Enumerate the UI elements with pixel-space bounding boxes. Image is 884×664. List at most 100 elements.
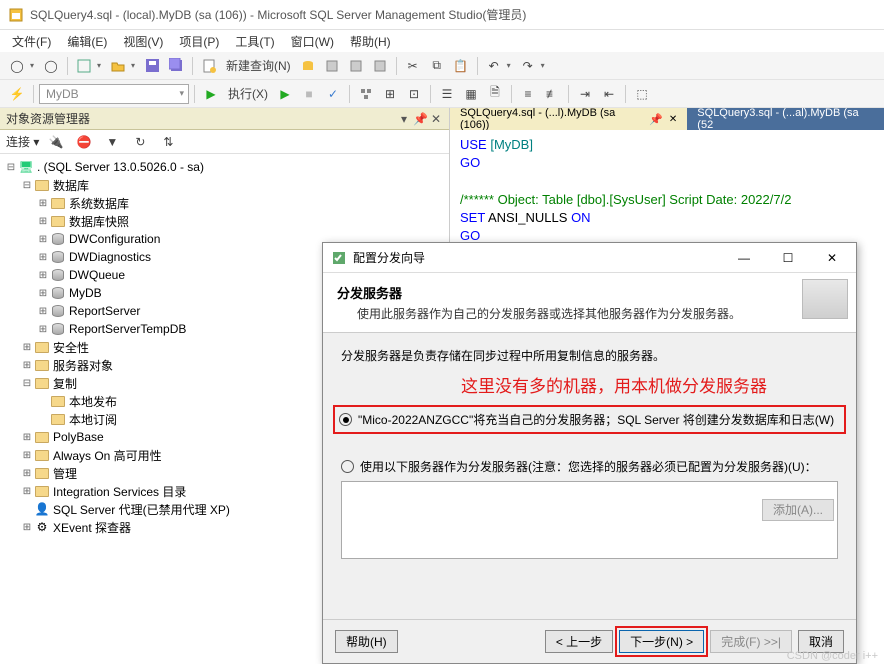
- dialog-titlebar[interactable]: 配置分发向导 — ☐ ✕: [323, 243, 856, 273]
- tree-server-objects[interactable]: 服务器对象: [53, 357, 113, 374]
- nav-back-icon[interactable]: ◯: [6, 55, 28, 77]
- object-explorer-toolbar: 连接 ▾ 🔌 ⛔ ▼ ↻ ⇅: [0, 130, 449, 154]
- results-file-icon[interactable]: 🗎: [484, 83, 506, 105]
- radio-icon[interactable]: [339, 413, 352, 426]
- folder-icon: [34, 177, 50, 193]
- panel-close-icon[interactable]: ✕: [429, 112, 443, 126]
- tree-reportserver[interactable]: ReportServer: [69, 304, 140, 318]
- execute-icon[interactable]: ▶: [200, 83, 222, 105]
- maximize-icon[interactable]: ☐: [766, 244, 810, 272]
- new-query-label[interactable]: 新建查询(N): [222, 57, 295, 74]
- new-project-icon[interactable]: [73, 55, 95, 77]
- tab-pin-icon[interactable]: 📌: [649, 113, 663, 126]
- xmla-query-icon[interactable]: [369, 55, 391, 77]
- save-all-icon[interactable]: [165, 55, 187, 77]
- menu-window[interactable]: 窗口(W): [283, 31, 342, 52]
- menu-help[interactable]: 帮助(H): [342, 31, 399, 52]
- filter-icon[interactable]: ⇅: [157, 131, 179, 153]
- dmx-query-icon[interactable]: [345, 55, 367, 77]
- nav-fwd-icon[interactable]: ◯: [40, 55, 62, 77]
- add-server-button: 添加(A)...: [762, 499, 834, 521]
- save-icon[interactable]: [141, 55, 163, 77]
- next-button[interactable]: 下一步(N) >: [619, 630, 704, 653]
- tree-root[interactable]: . (SQL Server 13.0.5026.0 - sa): [37, 160, 204, 174]
- database-selector[interactable]: MyDB ▾: [39, 84, 189, 104]
- menu-file[interactable]: 文件(F): [4, 31, 59, 52]
- connect-dropdown[interactable]: 连接 ▾: [6, 133, 39, 150]
- tree-replication[interactable]: 复制: [53, 375, 77, 392]
- results-text-icon[interactable]: ☰: [436, 83, 458, 105]
- execute-label[interactable]: 执行(X): [224, 85, 272, 102]
- tree-local-pub[interactable]: 本地发布: [69, 393, 117, 410]
- panel-dropdown-icon[interactable]: ▾: [397, 112, 411, 126]
- debug-icon[interactable]: ▶: [274, 83, 296, 105]
- disconnect-icon[interactable]: ⛔: [73, 131, 95, 153]
- outdent-icon[interactable]: ⇤: [598, 83, 620, 105]
- tab-close-icon[interactable]: ✕: [669, 114, 677, 125]
- connection-icon[interactable]: ⚡: [6, 83, 28, 105]
- radio-option-self-distributor[interactable]: "Mico-2022ANZGCC"将充当自己的分发服务器；SQL Server …: [335, 407, 844, 432]
- tree-security[interactable]: 安全性: [53, 339, 89, 356]
- tree-dwdiag[interactable]: DWDiagnostics: [69, 250, 151, 264]
- parse-icon[interactable]: ✓: [322, 83, 344, 105]
- help-button[interactable]: 帮助(H): [335, 630, 398, 653]
- back-button[interactable]: < 上一步: [545, 630, 613, 653]
- radio-label: "Mico-2022ANZGCC"将充当自己的分发服务器；SQL Server …: [358, 411, 834, 428]
- menubar: 文件(F) 编辑(E) 视图(V) 项目(P) 工具(T) 窗口(W) 帮助(H…: [0, 30, 884, 52]
- radio-label: 使用以下服务器作为分发服务器(注意：您选择的服务器必须已配置为分发服务器)(U)…: [360, 458, 817, 475]
- window-title: SQLQuery4.sql - (local).MyDB (sa (106)) …: [30, 6, 526, 23]
- tree-polybase[interactable]: PolyBase: [53, 430, 104, 444]
- tree-reportservertemp[interactable]: ReportServerTempDB: [69, 322, 186, 336]
- panel-pin-icon[interactable]: 📌: [413, 112, 427, 126]
- db-engine-query-icon[interactable]: [297, 55, 319, 77]
- close-icon[interactable]: ✕: [810, 244, 854, 272]
- tree-xevent[interactable]: XEvent 探查器: [53, 519, 131, 536]
- redo-icon[interactable]: ↷: [517, 55, 539, 77]
- minimize-icon[interactable]: —: [722, 244, 766, 272]
- menu-tools[interactable]: 工具(T): [227, 31, 282, 52]
- tree-mydb[interactable]: MyDB: [69, 286, 102, 300]
- copy-icon[interactable]: ⧉: [426, 55, 448, 77]
- tree-databases[interactable]: 数据库: [53, 177, 89, 194]
- new-query-icon[interactable]: [198, 55, 220, 77]
- tree-integration[interactable]: Integration Services 目录: [53, 483, 186, 500]
- agent-icon: 👤: [34, 501, 50, 517]
- uncomment-icon[interactable]: ≢: [541, 83, 563, 105]
- editor-tab-1[interactable]: SQLQuery4.sql - (...l).MyDB (sa (106)) 📌…: [450, 108, 687, 130]
- folder-icon: [34, 447, 50, 463]
- refresh-icon[interactable]: ↻: [129, 131, 151, 153]
- live-stats-icon[interactable]: ⊡: [403, 83, 425, 105]
- indent-icon[interactable]: ⇥: [574, 83, 596, 105]
- tree-dwqueue[interactable]: DWQueue: [69, 268, 125, 282]
- include-stats-icon[interactable]: ⊞: [379, 83, 401, 105]
- object-explorer-title: 对象资源管理器: [6, 110, 90, 127]
- stop-icon[interactable]: ▼: [101, 131, 123, 153]
- tree-local-sub[interactable]: 本地订阅: [69, 411, 117, 428]
- specify-values-icon[interactable]: ⬚: [631, 83, 653, 105]
- undo-icon[interactable]: ↶: [483, 55, 505, 77]
- display-plan-icon[interactable]: [355, 83, 377, 105]
- tree-alwayson[interactable]: Always On 高可用性: [53, 447, 162, 464]
- tree-dwconfig[interactable]: DWConfiguration: [69, 232, 160, 246]
- menu-edit[interactable]: 编辑(E): [59, 31, 115, 52]
- cut-icon[interactable]: ✂: [402, 55, 424, 77]
- tree-sysdb[interactable]: 系统数据库: [69, 195, 129, 212]
- mdx-query-icon[interactable]: [321, 55, 343, 77]
- radio-option-other-distributor[interactable]: 使用以下服务器作为分发服务器(注意：您选择的服务器必须已配置为分发服务器)(U)…: [341, 458, 838, 475]
- distribution-wizard-dialog: 配置分发向导 — ☐ ✕ 分发服务器 使用此服务器作为自己的分发服务器或选择其他…: [322, 242, 857, 664]
- folder-icon: [34, 339, 50, 355]
- connect-obj-explorer-icon[interactable]: 🔌: [45, 131, 67, 153]
- tree-agent[interactable]: SQL Server 代理(已禁用代理 XP): [53, 501, 230, 518]
- open-icon[interactable]: [107, 55, 129, 77]
- dialog-description: 分发服务器是负责存储在同步过程中所用复制信息的服务器。: [341, 347, 838, 364]
- tree-management[interactable]: 管理: [53, 465, 77, 482]
- comment-icon[interactable]: ≡: [517, 83, 539, 105]
- radio-icon[interactable]: [341, 460, 354, 473]
- menu-project[interactable]: 项目(P): [171, 31, 227, 52]
- editor-tab-2[interactable]: SQLQuery3.sql - (...al).MyDB (sa (52: [687, 108, 884, 130]
- database-selector-value: MyDB: [46, 87, 79, 101]
- paste-icon[interactable]: 📋: [450, 55, 472, 77]
- tree-snapshot[interactable]: 数据库快照: [69, 213, 129, 230]
- results-grid-icon[interactable]: ▦: [460, 83, 482, 105]
- menu-view[interactable]: 视图(V): [115, 31, 171, 52]
